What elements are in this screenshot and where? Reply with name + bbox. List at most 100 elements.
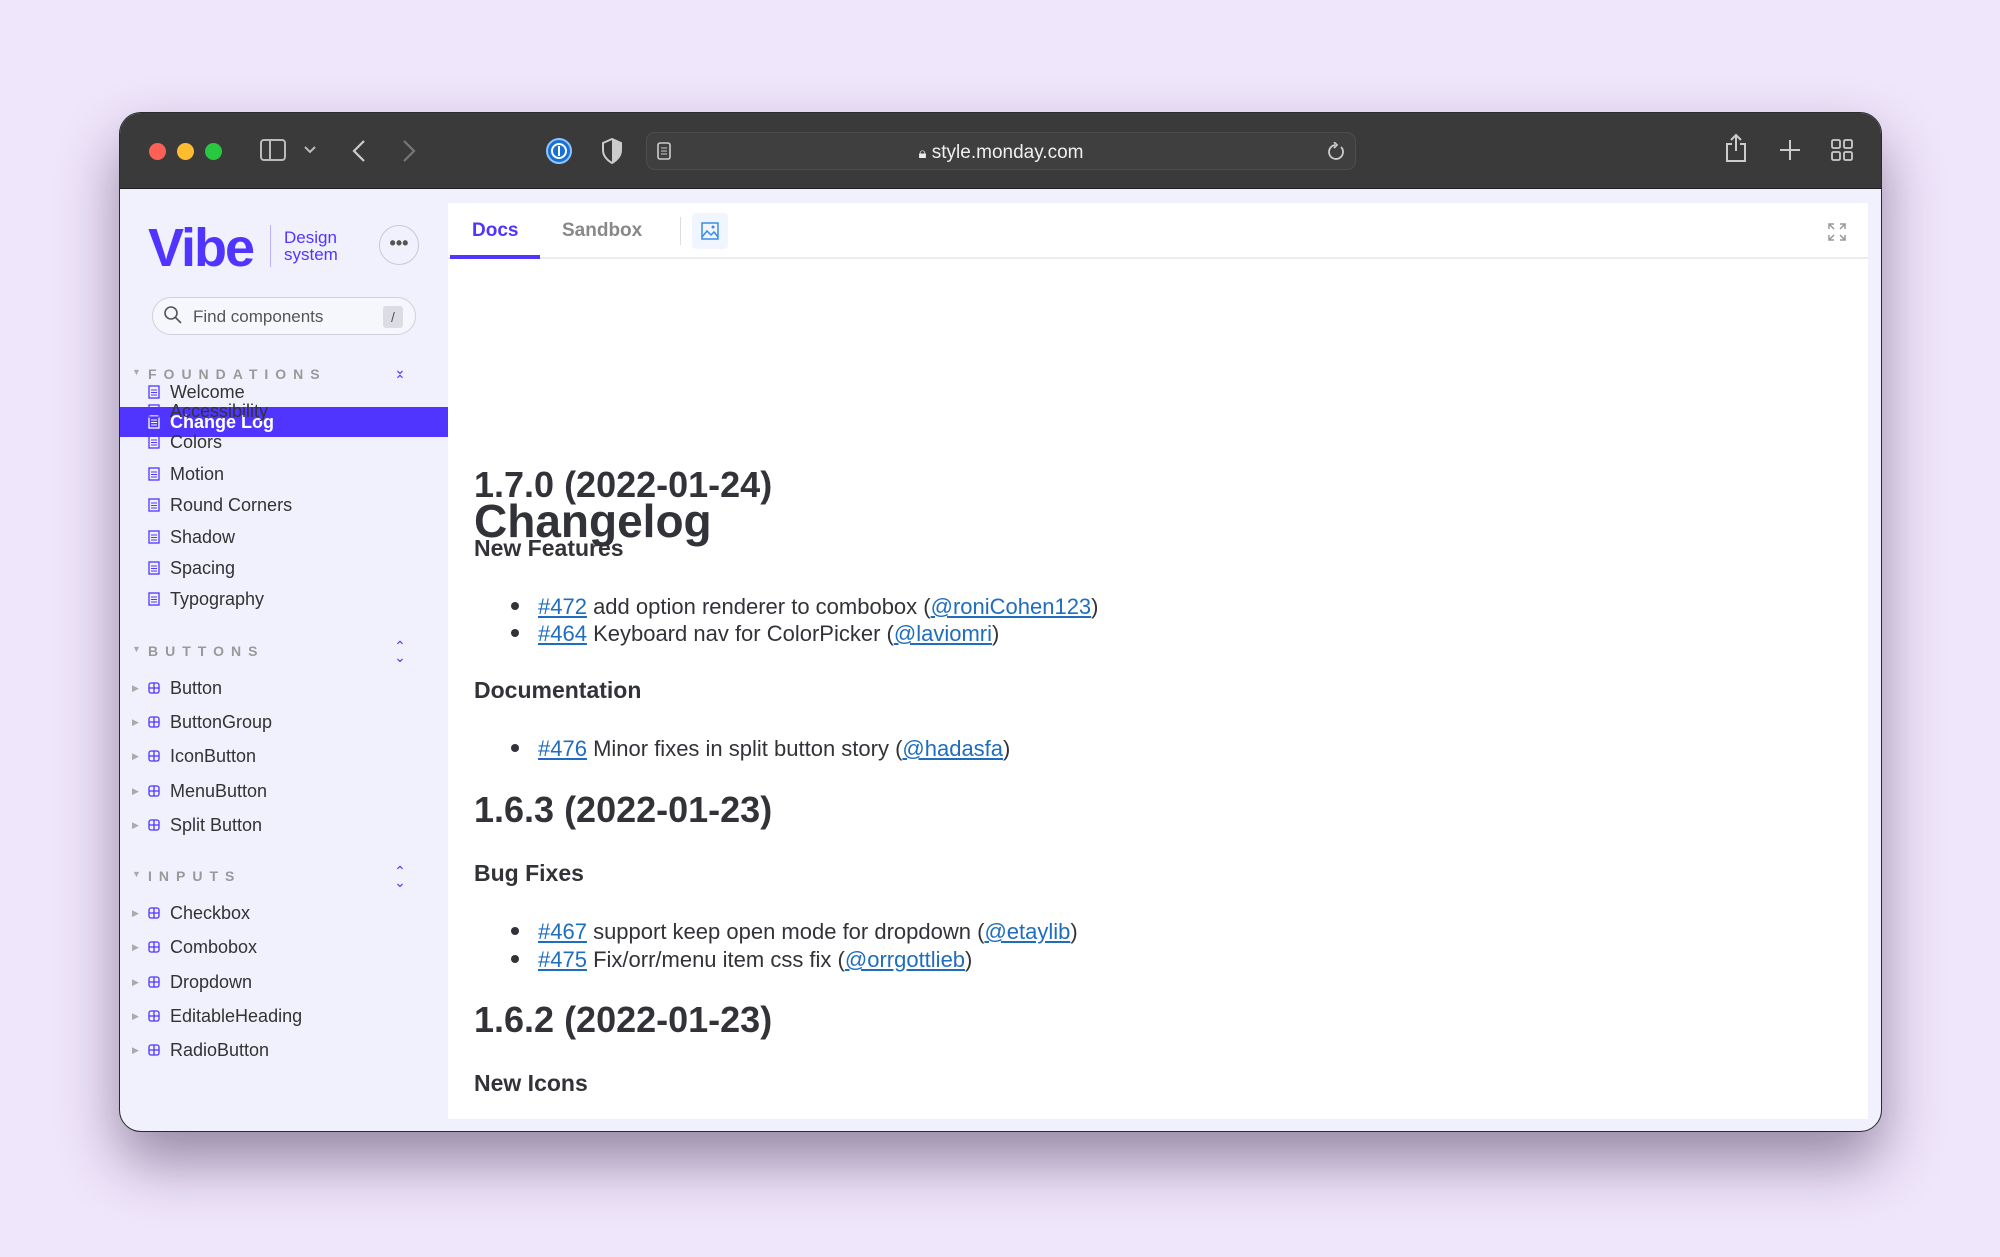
tab-bar: Docs Sandbox (448, 203, 1868, 259)
sidebar-item[interactable]: Spacing (120, 553, 448, 583)
sidebar-item[interactable]: ▶ MenuButton (120, 776, 448, 806)
version-heading: 1.6.3 (2022-01-23) (474, 789, 773, 830)
section-heading: New Features (474, 535, 624, 561)
component-icon (148, 716, 160, 728)
close-paren: ) (1091, 594, 1099, 619)
author-link[interactable]: @laviomri (894, 621, 992, 646)
pr-link[interactable]: #472 (538, 594, 587, 619)
vibe-logo[interactable]: Vibe (148, 217, 255, 279)
sidebar-item[interactable]: Colors (120, 427, 448, 457)
component-icon (148, 750, 160, 763)
sidebar-toggle-icon[interactable] (260, 139, 286, 161)
lock-icon: 🔒︎ (918, 145, 927, 162)
pr-link[interactable]: #476 (538, 736, 587, 761)
tab-sandbox[interactable]: Sandbox (540, 203, 664, 259)
section-title: BUTTONS (148, 643, 265, 659)
forward-icon[interactable] (402, 140, 416, 162)
sidebar-item-label: Shadow (170, 526, 236, 547)
author-link[interactable]: @etaylib (984, 919, 1070, 944)
sidebar-item[interactable]: ▶ Checkbox (120, 898, 448, 928)
sidebar-item-label: MenuButton (170, 780, 268, 801)
sidebar-item-label: EditableHeading (170, 1005, 303, 1026)
component-icon (148, 819, 160, 831)
address-bar[interactable]: 🔒︎ style.monday.com (646, 132, 1356, 170)
sidebar-item[interactable]: ▶ Button (120, 673, 448, 703)
author-link[interactable]: @hadasfa (902, 736, 1003, 761)
version-heading: 1.7.0 (2022-01-24) (474, 464, 773, 505)
sidebar-item[interactable]: ▶ RadioButton (120, 1035, 448, 1065)
sidebar-item[interactable]: ▶ IconButton (120, 741, 448, 771)
sidebar-item-label: IconButton (170, 746, 257, 767)
close-paren: ) (1003, 736, 1011, 761)
more-options-button[interactable]: ••• (379, 225, 419, 265)
pr-link[interactable]: #467 (538, 919, 587, 944)
expand-collapse-icon[interactable]: ⌃ ⌄ (394, 864, 406, 889)
sidebar-section-header[interactable]: ▼ INPUTS ⌃ ⌄ (120, 864, 448, 890)
sidebar-item[interactable]: ▶ Split Button (120, 810, 448, 840)
document-icon (148, 404, 160, 418)
zoom-window-button[interactable] (205, 143, 222, 160)
close-window-button[interactable] (149, 143, 166, 160)
back-icon[interactable] (352, 140, 366, 162)
sidebar-item[interactable]: ▶ EditableHeading (120, 1001, 448, 1031)
share-icon[interactable] (1725, 133, 1747, 163)
caret-right-icon: ▶ (132, 683, 139, 693)
search-icon (164, 306, 182, 324)
section-heading: New Icons (474, 1070, 588, 1096)
sidebar-item[interactable]: Typography (120, 584, 448, 614)
expand-collapse-icon[interactable]: ⌃ ⌄ (394, 639, 406, 664)
sidebar-section-header[interactable]: ▼ FOUNDATIONS ⌄ ⌃ (120, 362, 448, 388)
search-input[interactable]: Find components / (152, 297, 416, 335)
caret-down-icon: ▼ (132, 869, 141, 879)
sidebar-item-label: RadioButton (170, 1040, 270, 1061)
caret-right-icon: ▶ (132, 819, 139, 830)
component-icon (148, 784, 160, 797)
browser-toolbar: 🔒︎ style.monday.com (120, 113, 1881, 189)
reload-icon[interactable] (1327, 142, 1345, 162)
url-text: 🔒︎ style.monday.com (647, 142, 1355, 164)
sidebar-section-header[interactable]: ▼ BUTTONS ⌃ ⌄ (120, 639, 448, 665)
author-link[interactable]: @roniCohen123 (931, 594, 1092, 619)
sidebar-item[interactable]: ▶ Combobox (120, 932, 448, 962)
caret-right-icon: ▶ (132, 976, 139, 987)
sidebar-item[interactable]: Round Corners (120, 490, 448, 520)
entry-text: support keep open mode for dropdown ( (586, 919, 985, 944)
sidebar-item[interactable]: ▶ Dropdown (120, 967, 448, 997)
caret-right-icon: ▶ (132, 717, 139, 728)
entry-text: Fix/orr/menu item css fix ( (586, 947, 845, 972)
sidebar-item[interactable]: Accessibility (120, 396, 448, 426)
tab-docs[interactable]: Docs (450, 203, 541, 259)
component-icon (148, 941, 160, 953)
pr-link[interactable]: #475 (538, 947, 587, 972)
component-icon (148, 907, 160, 919)
privacy-shield-icon[interactable] (601, 138, 623, 164)
sidebar-item-label: Dropdown (170, 971, 253, 992)
section-title: INPUTS (148, 868, 242, 884)
new-tab-icon[interactable] (1779, 139, 1801, 161)
bullet (511, 629, 519, 638)
caret-right-icon: ▶ (132, 1045, 139, 1056)
logo-subtitle-line: system (284, 245, 338, 264)
version-heading: 1.6.2 (2022-01-23) (474, 999, 773, 1040)
fullscreen-icon[interactable] (1828, 223, 1846, 241)
logo-subtitle: Design system (284, 229, 338, 263)
document-icon (148, 467, 160, 481)
changelog-entry: #476 Minor fixes in split button story (… (511, 736, 1010, 762)
sidebar-item[interactable]: Shadow (120, 522, 448, 552)
document-icon (148, 498, 160, 512)
bullet (511, 744, 519, 753)
sidebar-item[interactable]: Motion (120, 459, 448, 489)
sidebar-item-label: Colors (170, 432, 223, 453)
tab-overview-icon[interactable] (1831, 139, 1853, 161)
search-placeholder: Find components (193, 307, 324, 326)
expand-collapse-icon[interactable]: ⌄ ⌃ (394, 362, 406, 387)
password-manager-icon[interactable] (545, 137, 573, 165)
tab-divider (680, 217, 681, 245)
entry-text: Keyboard nav for ColorPicker ( (586, 621, 894, 646)
pr-link[interactable]: #464 (538, 621, 587, 646)
background-image-button[interactable] (692, 213, 728, 249)
minimize-window-button[interactable] (177, 143, 194, 160)
sidebar-item[interactable]: ▶ ButtonGroup (120, 707, 448, 737)
author-link[interactable]: @orrgottlieb (845, 947, 965, 972)
chevron-down-icon[interactable] (304, 146, 316, 154)
